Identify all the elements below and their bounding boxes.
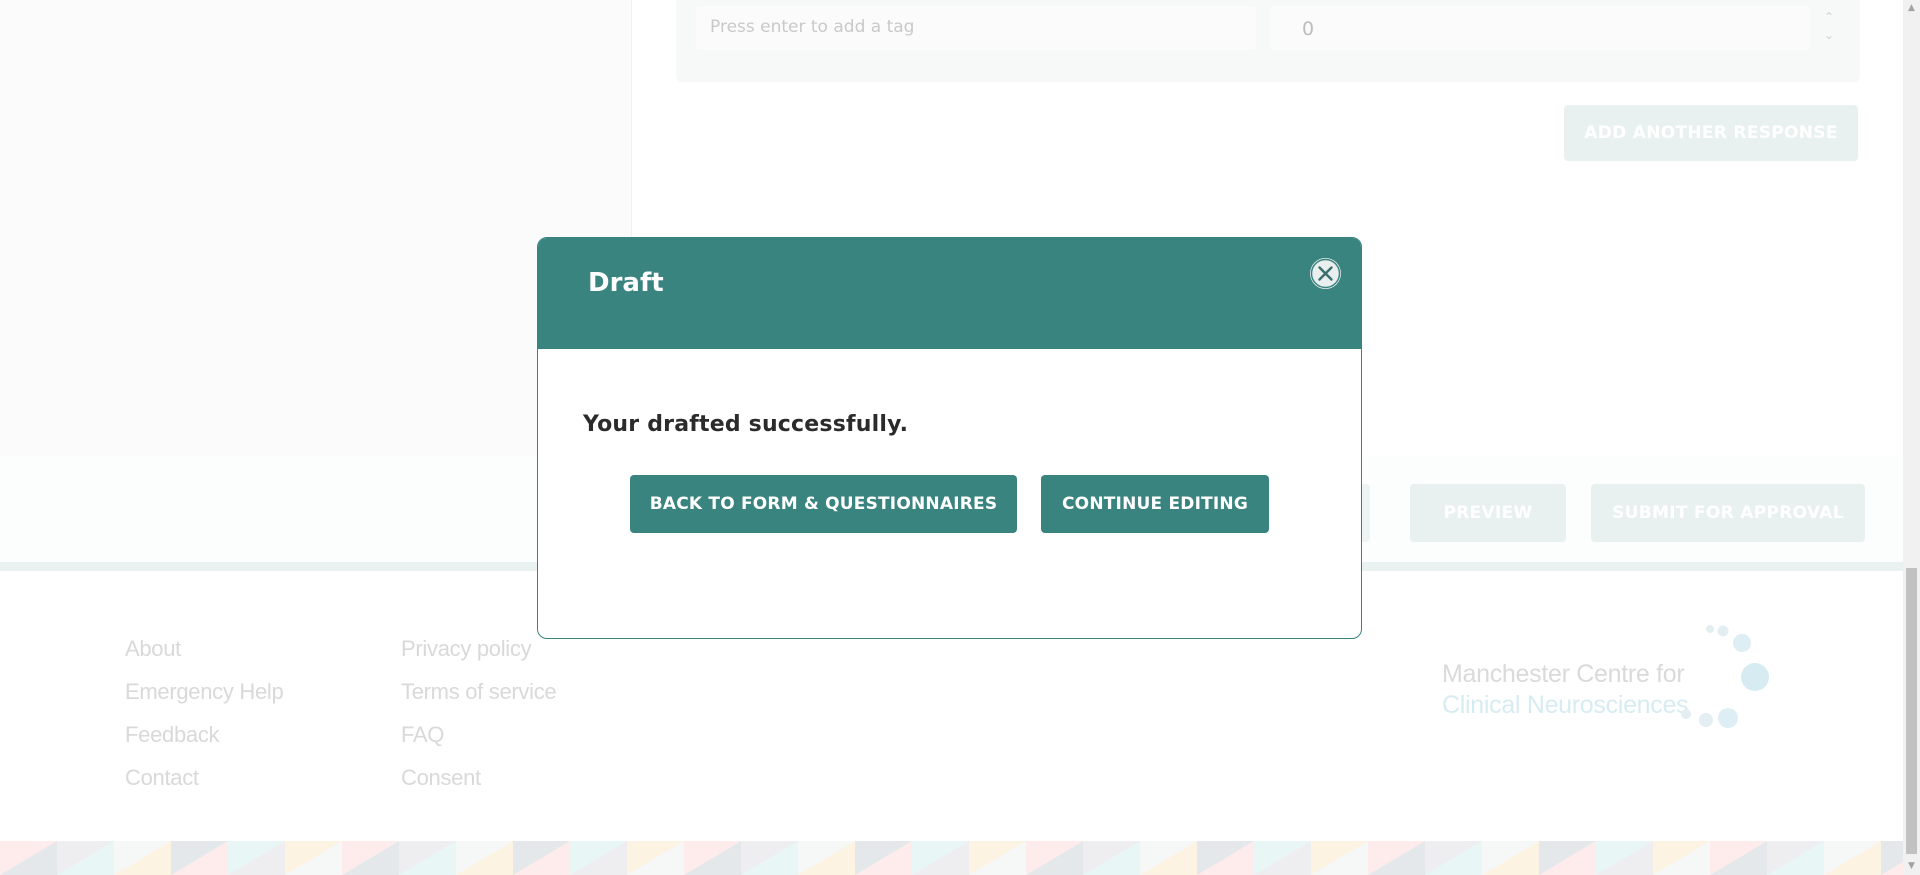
scroll-down-arrow-icon[interactable]: ▼ <box>1903 858 1920 875</box>
brand-logo: Manchester Centre for Clinical Neuroscie… <box>1442 625 1782 769</box>
draft-dialog: Draft Your drafted successfully. BACK TO… <box>537 237 1362 639</box>
continue-editing-button[interactable]: CONTINUE EDITING <box>1041 475 1269 533</box>
brand-dots-icon <box>1681 625 1769 728</box>
dialog-header: Draft <box>538 238 1361 349</box>
chevron-up-icon[interactable]: ⌃ <box>1820 8 1838 26</box>
footer-link-emergency-help[interactable]: Emergency Help <box>125 670 284 713</box>
footer-links-primary: About Emergency Help Feedback Contact <box>125 627 284 799</box>
score-spinner[interactable]: ⌃ ⌄ <box>1820 8 1838 52</box>
scroll-up-arrow-icon[interactable]: ▲ <box>1903 0 1920 17</box>
score-input[interactable]: 0 <box>1270 6 1810 50</box>
scrollbar[interactable]: ▲ ▼ <box>1903 0 1920 875</box>
close-icon[interactable] <box>1310 258 1341 289</box>
scrollbar-thumb[interactable] <box>1906 568 1917 854</box>
submit-for-approval-button[interactable]: SUBMIT FOR APPROVAL <box>1591 484 1865 542</box>
dialog-title: Draft <box>588 268 664 298</box>
add-another-response-button[interactable]: ADD ANOTHER RESPONSE <box>1564 105 1858 161</box>
chevron-down-icon[interactable]: ⌄ <box>1820 26 1838 44</box>
footer-link-privacy-policy[interactable]: Privacy policy <box>401 627 556 670</box>
close-button[interactable] <box>1310 258 1341 289</box>
footer-links-secondary: Privacy policy Terms of service FAQ Cons… <box>401 627 557 799</box>
footer-link-terms-of-service[interactable]: Terms of service <box>401 670 557 713</box>
tag-input[interactable]: Press enter to add a tag <box>696 6 1256 50</box>
back-to-forms-button[interactable]: BACK TO FORM & QUESTIONNAIRES <box>630 475 1017 533</box>
footer-link-about[interactable]: About <box>125 627 283 670</box>
preview-button[interactable]: PREVIEW <box>1410 484 1566 542</box>
dialog-message: Your drafted successfully. <box>583 412 909 437</box>
decorative-pattern-strip <box>0 841 1903 875</box>
footer-link-contact[interactable]: Contact <box>125 756 283 799</box>
response-row: Press enter to add a tag 0 ⌃ ⌄ <box>676 0 1860 82</box>
footer-link-feedback[interactable]: Feedback <box>125 713 283 756</box>
footer-link-faq[interactable]: FAQ <box>401 713 556 756</box>
footer-link-consent[interactable]: Consent <box>401 756 556 799</box>
